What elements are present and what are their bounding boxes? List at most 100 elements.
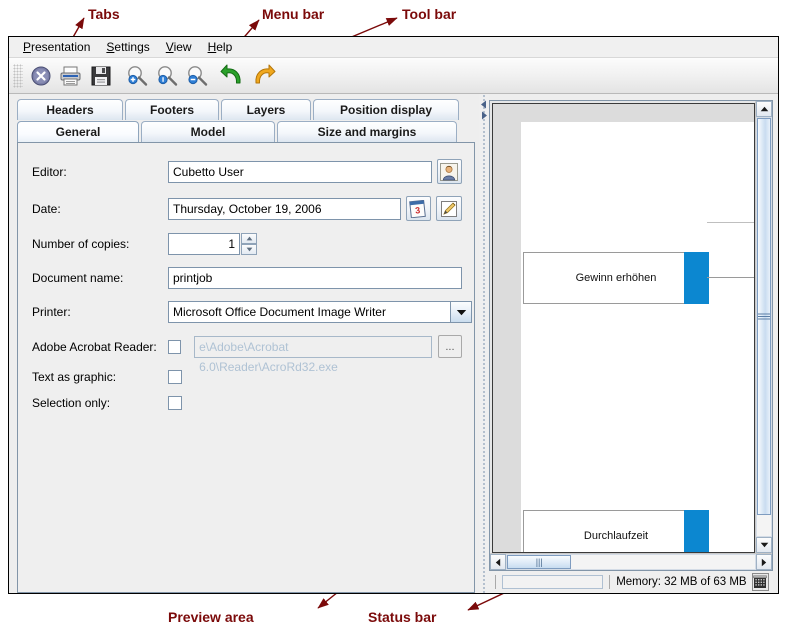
menu-item-view[interactable]: View: [158, 38, 200, 56]
preview-horizontal-scrollbar[interactable]: |||: [490, 553, 772, 570]
menu-item-help[interactable]: Help: [200, 38, 241, 56]
acrobat-label: Adobe Acrobat Reader:: [32, 339, 157, 354]
tab-layers[interactable]: Layers: [221, 99, 311, 120]
date-calendar-button[interactable]: 3: [405, 196, 432, 221]
annotation-label-preview: Preview area: [168, 609, 254, 625]
field-row-document-name: Document name: printjob: [32, 267, 462, 289]
menu-item-settings[interactable]: Settings: [98, 38, 157, 56]
copies-label: Number of copies:: [32, 237, 130, 251]
menu-mnemonic: H: [207, 40, 217, 54]
menu-item-presentation[interactable]: Presentation: [15, 38, 98, 56]
tab-model[interactable]: Model: [141, 121, 275, 142]
editor-picker-button[interactable]: [436, 159, 462, 184]
scroll-right-button[interactable]: [756, 554, 772, 570]
field-row-copies: Number of copies: 1: [32, 233, 462, 255]
document-name-input[interactable]: printjob: [168, 267, 462, 289]
toolbar-button-redo[interactable]: [248, 61, 278, 91]
thumb-grip-icon: [758, 313, 770, 320]
tab-strip: Headers Footers Layers Position display …: [13, 98, 479, 142]
toolbar-button-undo[interactable]: [218, 61, 248, 91]
tab-position-display[interactable]: Position display: [313, 99, 459, 120]
printer-combobox[interactable]: Microsoft Office Document Image Writer: [168, 301, 472, 323]
printer-dropdown-button[interactable]: [450, 301, 472, 323]
printer-value[interactable]: Microsoft Office Document Image Writer: [168, 301, 450, 323]
acrobat-browse-button[interactable]: ...: [437, 335, 462, 358]
annotation-label-toolbar: Tool bar: [402, 6, 457, 22]
chevron-up-icon: [246, 236, 252, 241]
preview-vertical-scrollbar[interactable]: [755, 101, 772, 553]
application-window: Presentation Settings View Help Headers …: [8, 36, 779, 594]
copies-input[interactable]: 1: [168, 233, 240, 255]
copies-increment-button[interactable]: [241, 233, 257, 244]
toolbar-button-close[interactable]: [26, 61, 56, 91]
field-row-selection-only: Selection only:: [32, 396, 462, 410]
preview-canvas[interactable]: Gewinn erhöhen Durchlaufzeit: [492, 103, 755, 553]
tab-row-upper: Headers Footers Layers Position display: [13, 98, 479, 120]
date-input[interactable]: Thursday, October 19, 2006: [168, 197, 401, 220]
chevron-down-icon: [760, 542, 768, 548]
memory-status-label: Memory: 32 MB of 63 MB: [616, 576, 747, 588]
scroll-down-button[interactable]: [756, 537, 772, 553]
split-pane-divider[interactable]: [479, 94, 489, 593]
tab-content-general: Editor: Cubetto User Date: Thursday, Oct…: [17, 142, 475, 593]
tool-bar: [9, 58, 778, 94]
scroll-left-button[interactable]: [490, 554, 506, 570]
tab-size-and-margins[interactable]: Size and margins: [277, 121, 457, 142]
scroll-up-button[interactable]: [756, 101, 772, 117]
toolbar-button-zoom-actual[interactable]: [152, 61, 182, 91]
zoom-actual-icon: [158, 65, 178, 86]
status-separator: [609, 575, 611, 589]
preview-pane: Gewinn erhöhen Durchlaufzeit ||| Memory:…: [489, 94, 778, 593]
save-icon: [91, 66, 111, 85]
svg-text:3: 3: [415, 205, 421, 215]
acrobat-checkbox[interactable]: [168, 339, 182, 354]
shape-gewinn-erhoehen[interactable]: Gewinn erhöhen: [523, 252, 709, 304]
copies-decrement-button[interactable]: [241, 244, 257, 255]
vertical-scroll-track[interactable]: [756, 117, 772, 537]
date-edit-button[interactable]: [436, 196, 462, 221]
selection-only-checkbox[interactable]: [168, 396, 182, 410]
collapse-left-icon[interactable]: [480, 100, 488, 109]
print-icon: [60, 66, 81, 85]
shape-durchlaufzeit[interactable]: Durchlaufzeit: [523, 510, 709, 552]
text-as-graphic-checkbox[interactable]: [168, 370, 182, 384]
tab-headers[interactable]: Headers: [17, 99, 123, 120]
field-row-editor: Editor: Cubetto User: [32, 159, 462, 184]
chevron-down-icon: [246, 247, 252, 252]
field-row-acrobat: Adobe Acrobat Reader: e\Adobe\Acrobat 6.…: [32, 335, 462, 374]
toolbar-button-print[interactable]: [56, 61, 86, 91]
chevron-right-icon: [761, 558, 767, 566]
annotation-label-tabs: Tabs: [88, 6, 120, 22]
printer-label: Printer:: [32, 305, 71, 319]
horizontal-scroll-thumb[interactable]: |||: [507, 555, 572, 569]
menu-label: ettings: [114, 40, 150, 54]
memory-trash-button[interactable]: [751, 573, 769, 591]
menu-bar: Presentation Settings View Help: [9, 37, 778, 58]
editor-input[interactable]: Cubetto User: [168, 160, 432, 183]
menu-label: resentation: [31, 40, 91, 54]
connector-line-upper: [707, 222, 754, 223]
toolbar-button-zoom-out[interactable]: [182, 61, 212, 91]
toolbar-button-save[interactable]: [86, 61, 116, 91]
horizontal-scroll-track[interactable]: |||: [506, 554, 756, 570]
shape-label: Durchlaufzeit: [583, 530, 649, 542]
shape-label: Gewinn erhöhen: [575, 272, 657, 284]
settings-pane: Headers Footers Layers Position display …: [9, 94, 479, 593]
shape-accent-bar: [684, 252, 709, 304]
annotation-label-menubar: Menu bar: [262, 6, 325, 22]
vertical-scroll-thumb[interactable]: [757, 118, 771, 516]
toolbar-button-zoom-in[interactable]: [122, 61, 152, 91]
collapse-right-icon[interactable]: [480, 111, 488, 120]
tab-footers[interactable]: Footers: [125, 99, 219, 120]
acrobat-path-input[interactable]: e\Adobe\Acrobat 6.0\Reader\AcroRd32.exe: [194, 335, 432, 374]
status-separator: [494, 575, 496, 589]
divider-grip: [483, 94, 485, 593]
menu-label: elp: [216, 40, 233, 54]
toolbar-drag-handle[interactable]: [13, 63, 23, 88]
chevron-up-icon: [760, 106, 768, 112]
copies-stepper[interactable]: 1: [168, 233, 257, 255]
undo-icon: [220, 64, 241, 83]
tab-general[interactable]: General: [17, 121, 139, 142]
edit-pencil-icon: [441, 200, 458, 217]
field-row-date: Date: Thursday, October 19, 2006 3: [32, 196, 462, 221]
